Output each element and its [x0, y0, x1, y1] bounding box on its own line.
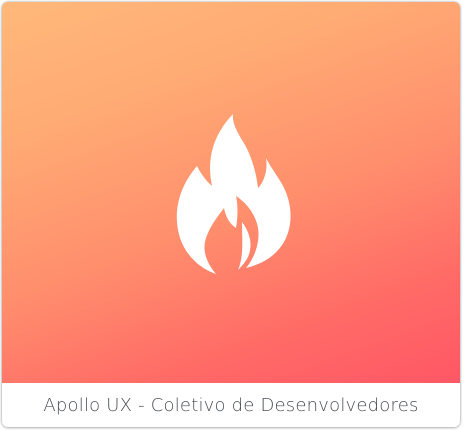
card-footer: Apollo UX - Coletivo de Desenvolvedores [2, 383, 460, 427]
project-card[interactable]: Apollo UX - Coletivo de Desenvolvedores [2, 2, 460, 427]
card-caption[interactable]: Apollo UX - Coletivo de Desenvolvedores [43, 395, 418, 416]
card-hero-image [2, 2, 460, 383]
flame-icon [176, 114, 291, 274]
